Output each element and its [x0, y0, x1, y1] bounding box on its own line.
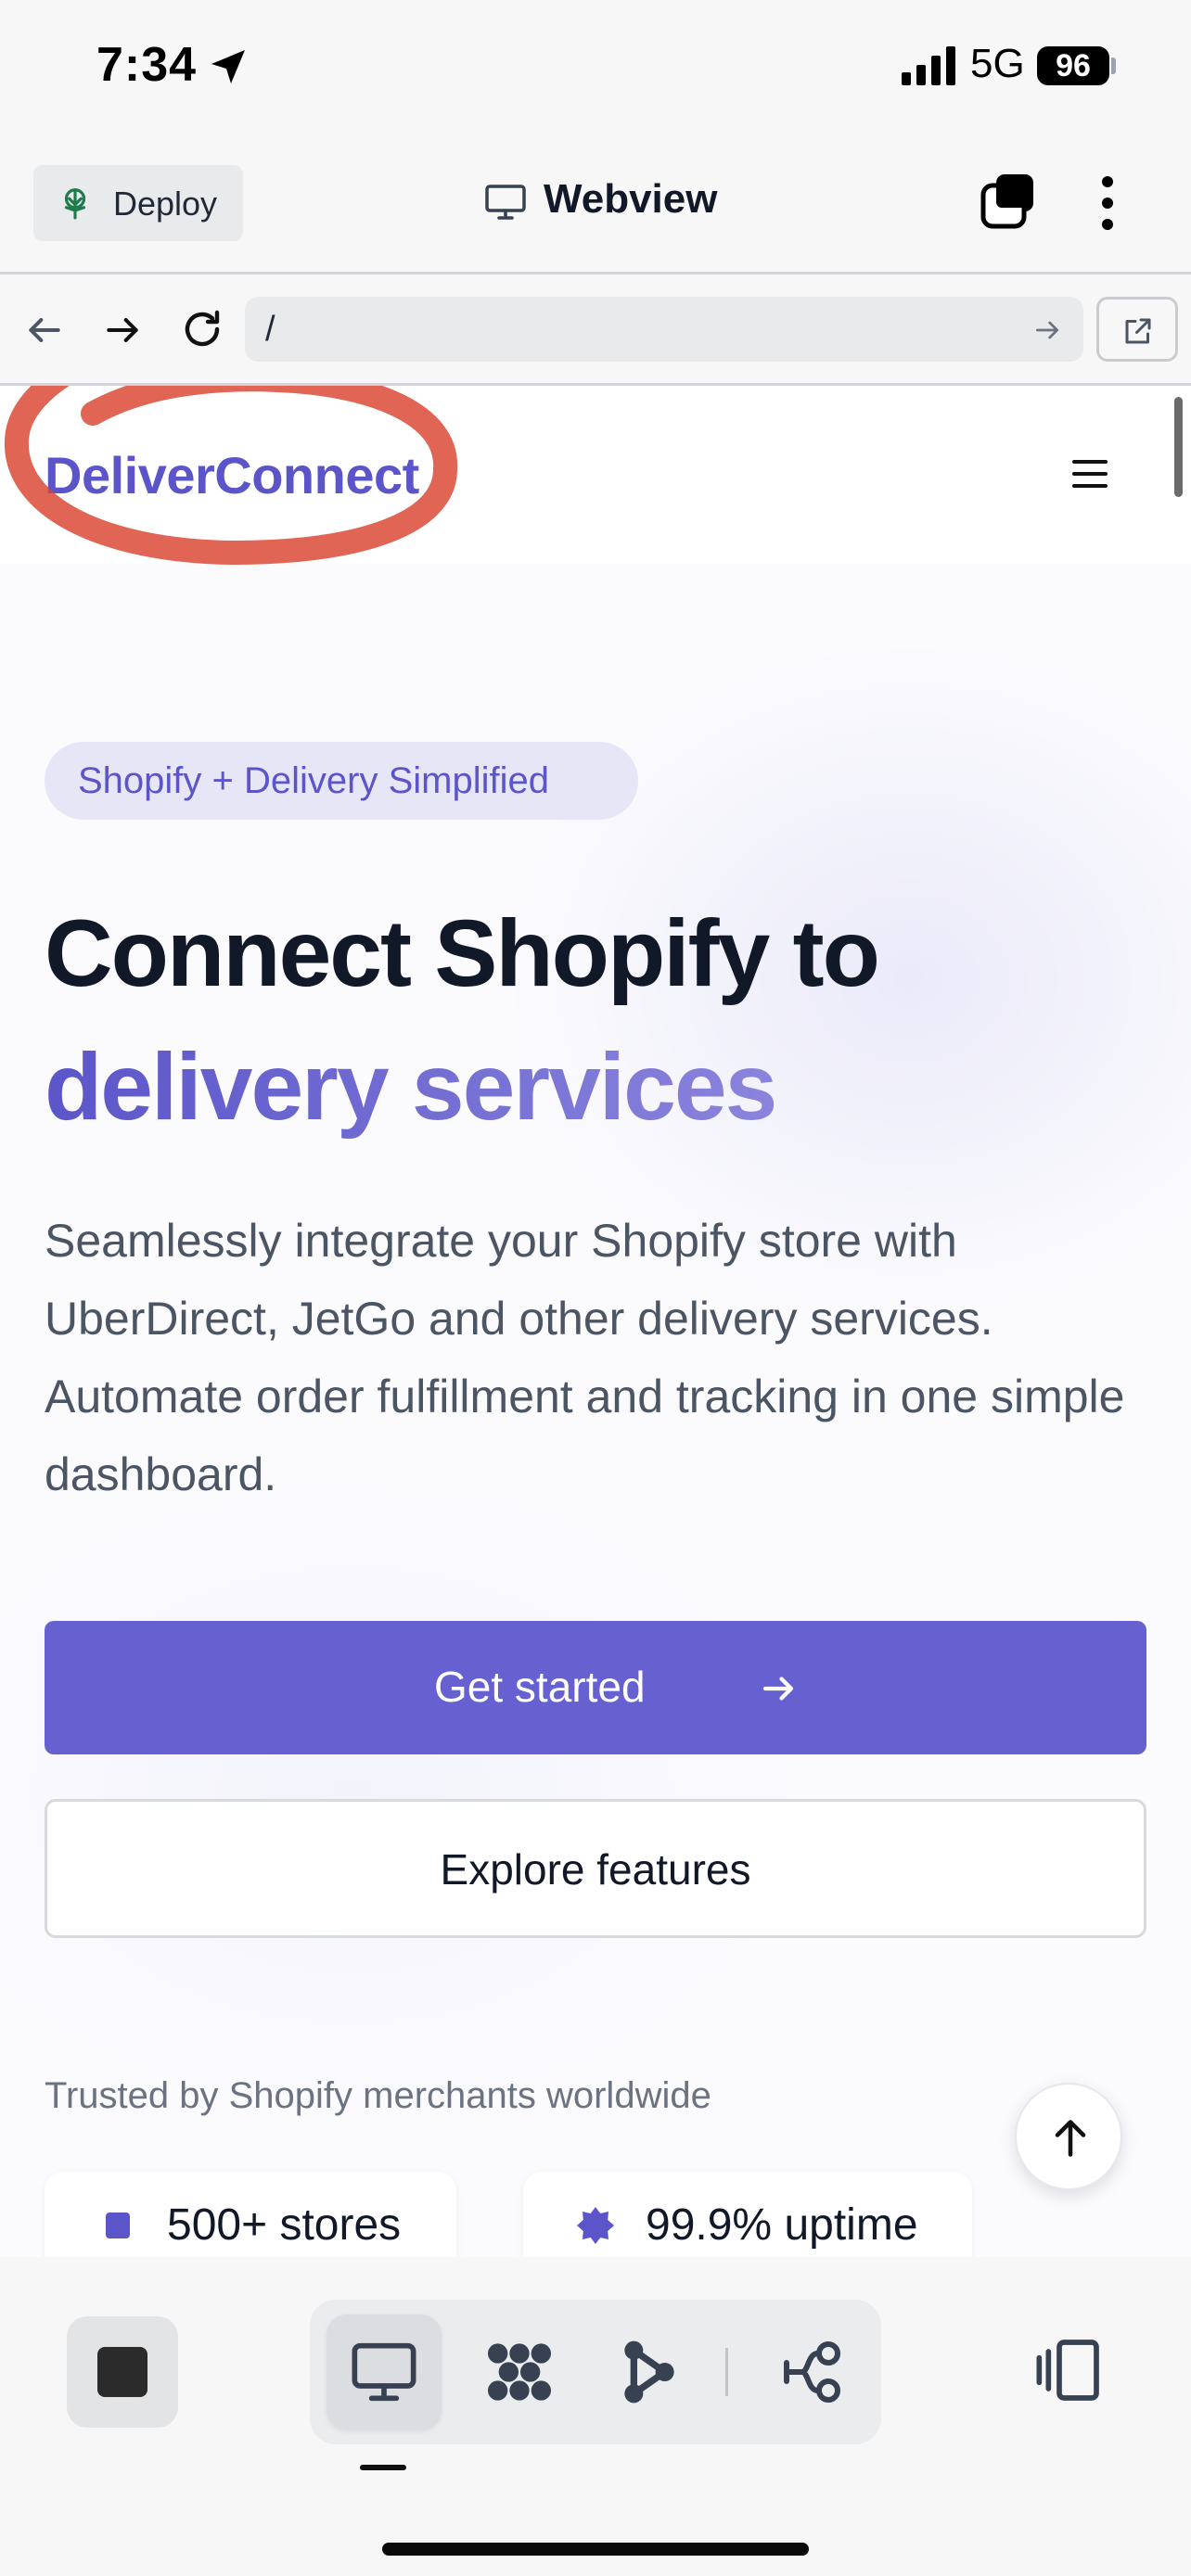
hamburger-menu-icon[interactable]: [1070, 458, 1109, 490]
view-switcher: [310, 2300, 881, 2444]
active-tool-indicator: [360, 2465, 406, 2470]
deploy-button[interactable]: Deploy: [33, 165, 243, 241]
scroll-to-top-button[interactable]: [1015, 2083, 1122, 2190]
tabs-icon[interactable]: [980, 172, 1037, 230]
battery-indicator: 96: [1037, 46, 1109, 85]
deploy-label: Deploy: [113, 185, 218, 223]
deploy-tree-icon: [64, 188, 86, 220]
headline-line1: Connect Shopify to: [45, 900, 880, 1006]
arrow-right-icon: [762, 1677, 794, 1701]
grid-icon: [488, 2343, 551, 2401]
tree-tool-button[interactable]: [757, 2315, 872, 2429]
stat-stores: 500+ stores: [167, 2200, 402, 2250]
grid-tool-button[interactable]: [462, 2315, 577, 2429]
tree-icon: [784, 2341, 840, 2403]
open-external-button[interactable]: [1096, 297, 1178, 362]
app-bar: Deploy Webview: [0, 139, 1191, 274]
stat-card-stores: 500+ stores: [45, 2172, 456, 2257]
trusted-by-label: Trusted by Shopify merchants worldwide: [45, 2075, 711, 2116]
status-bar: 7:34 5G 96: [0, 0, 1191, 139]
flow-icon: [624, 2340, 674, 2404]
panel-toggle-icon[interactable]: [1031, 2333, 1106, 2407]
explore-features-label: Explore features: [440, 1845, 751, 1894]
explore-features-button[interactable]: Explore features: [45, 1799, 1146, 1938]
hero-badge-text: Shopify + Delivery Simplified: [78, 760, 549, 801]
external-link-icon: [1125, 318, 1151, 344]
site-logo[interactable]: DeliverConnect: [45, 445, 419, 505]
more-vertical-icon[interactable]: [1095, 172, 1121, 234]
status-time: 7:34: [96, 38, 198, 92]
get-started-button[interactable]: Get started: [45, 1621, 1146, 1754]
monitor-icon: [485, 185, 526, 220]
scrollbar-thumb[interactable]: [1174, 397, 1183, 497]
arrow-up-icon: [1055, 2120, 1086, 2157]
site-header: DeliverConnect: [0, 386, 1191, 564]
battery-tip: [1111, 57, 1116, 74]
url-input[interactable]: /: [245, 297, 1083, 362]
go-arrow-icon[interactable]: [1031, 315, 1063, 345]
stat-card-uptime: 99.9% uptime: [523, 2172, 972, 2257]
stop-icon: [97, 2347, 147, 2397]
forward-arrow-icon[interactable]: [102, 310, 143, 351]
home-indicator[interactable]: [382, 2543, 809, 2556]
stop-button[interactable]: [67, 2316, 178, 2428]
signal-bars-icon: [902, 46, 955, 85]
location-arrow-icon: [211, 50, 245, 83]
reload-icon[interactable]: [180, 306, 224, 352]
flow-tool-button[interactable]: [592, 2315, 707, 2429]
page-title: Webview: [544, 176, 718, 222]
toolbar-divider: [725, 2348, 728, 2396]
bottom-toolbar: [0, 2257, 1191, 2576]
hero-badge: Shopify + Delivery Simplified: [45, 742, 638, 820]
headline-accent: delivery services: [45, 1034, 777, 1140]
get-started-label: Get started: [434, 1663, 646, 1711]
url-text: /: [265, 310, 275, 349]
stat-uptime: 99.9% uptime: [646, 2200, 918, 2250]
square-icon: [106, 2213, 130, 2238]
network-type: 5G: [970, 41, 1025, 86]
hero-headline: Connect Shopify to delivery services: [45, 886, 1139, 1154]
webview-tool-button[interactable]: [327, 2315, 442, 2429]
back-arrow-icon[interactable]: [24, 310, 65, 351]
monitor-icon: [352, 2342, 416, 2402]
webview-viewport[interactable]: DeliverConnect Shopify + Delivery Simpli…: [0, 386, 1191, 2257]
browser-toolbar: /: [0, 274, 1191, 386]
badge-star-icon: [577, 2207, 614, 2244]
hero-description: Seamlessly integrate your Shopify store …: [45, 1215, 1125, 1500]
